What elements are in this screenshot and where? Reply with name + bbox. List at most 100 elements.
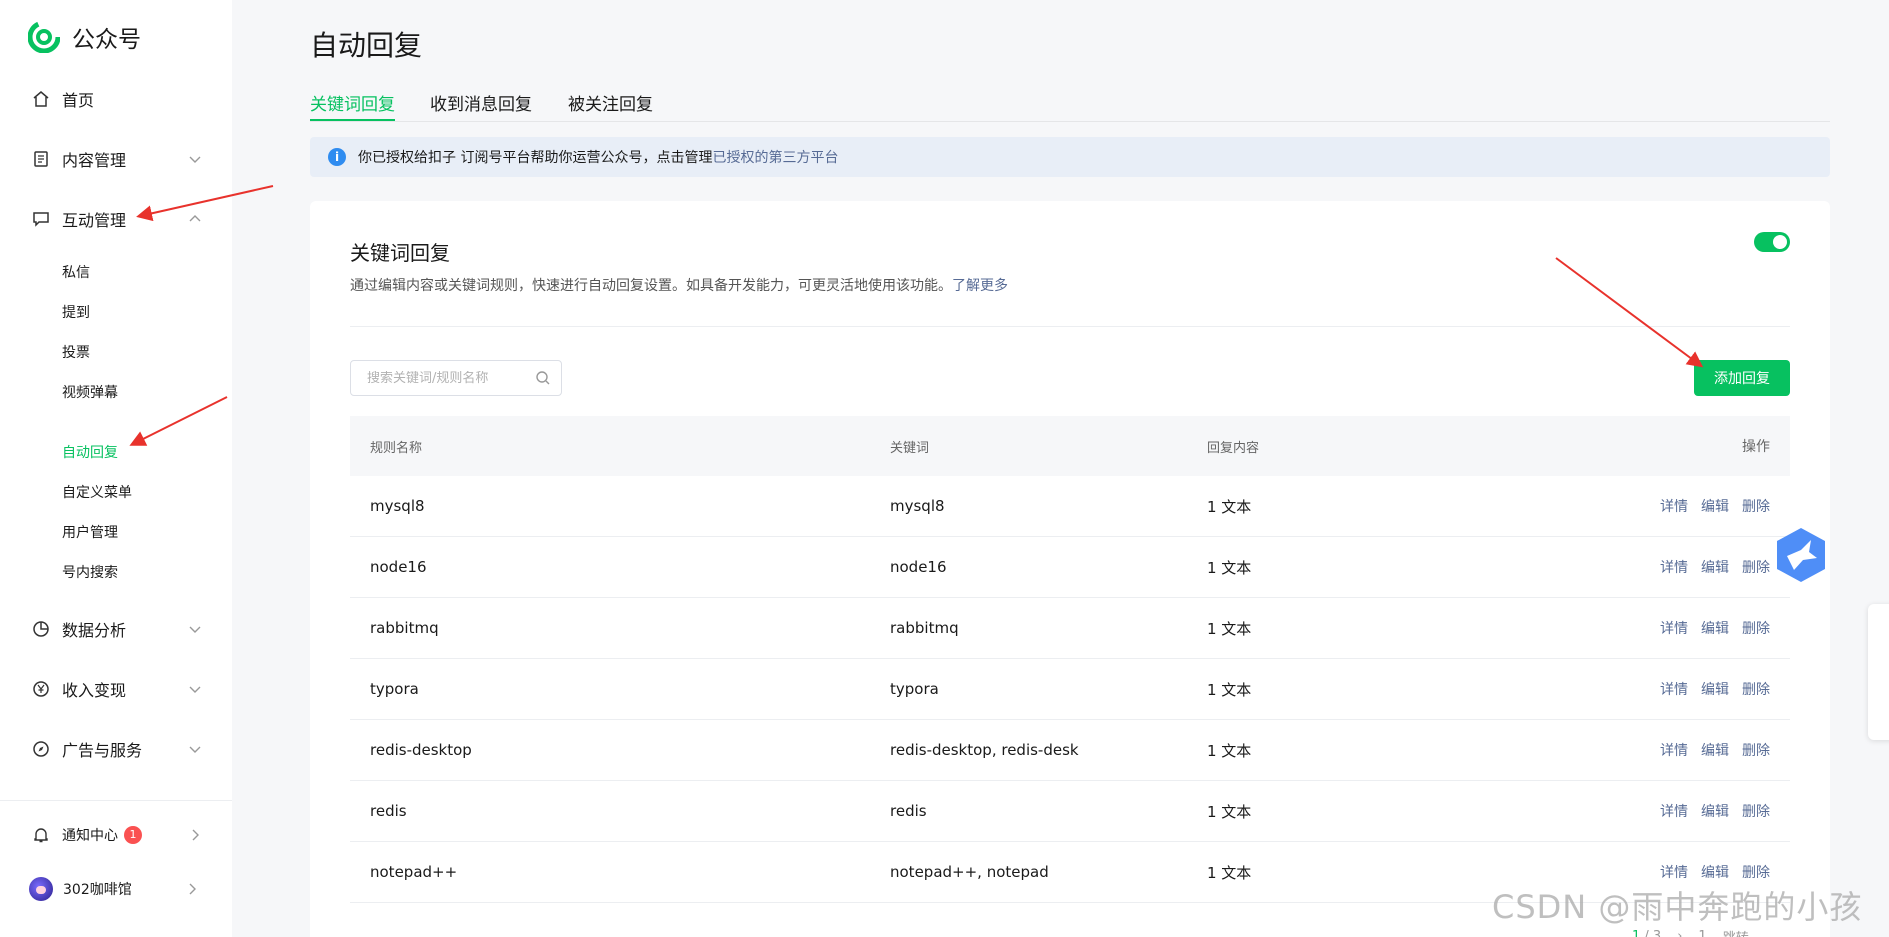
delete-button[interactable]: 删除 [1742, 862, 1770, 882]
add-reply-button[interactable]: 添加回复 [1694, 360, 1790, 396]
tab-follow-reply[interactable]: 被关注回复 [568, 90, 653, 121]
header-reply-content: 回复内容 [1207, 440, 1260, 456]
search-icon[interactable] [535, 370, 551, 386]
rule-name: redis [370, 802, 407, 820]
message-icon [32, 210, 50, 228]
rule-reply-content: 1 文本 [1207, 802, 1252, 821]
card-description: 通过编辑内容或关键词规则，快速进行自动回复设置。如具备开发能力，可更灵活地使用该… [350, 275, 1008, 295]
rule-name: node16 [370, 558, 427, 576]
csdn-watermark: CSDN @雨中奔跑的小孩 [1492, 888, 1863, 926]
detail-button[interactable]: 详情 [1660, 557, 1688, 577]
table-row: mysql8 mysql8 1 文本 详情 编辑 删除 [350, 476, 1790, 537]
sidebar-sub-in-account-search[interactable]: 号内搜索 [62, 562, 118, 582]
rule-keywords: redis-desktop, redis-desk [890, 741, 1079, 759]
compass-icon [32, 740, 50, 758]
sidebar: 公众号 首页 内容管理 互动管理 私信 提到 投票 视频弹幕 自动回复 自定义菜… [0, 0, 232, 937]
sidebar-item-notifications[interactable]: 通知中心 1 [32, 820, 202, 850]
table-row: redis redis 1 文本 详情 编辑 删除 [350, 781, 1790, 842]
rule-reply-content: 1 文本 [1207, 863, 1252, 882]
delete-button[interactable]: 删除 [1742, 740, 1770, 760]
rule-keywords: node16 [890, 558, 947, 576]
sidebar-item-analytics[interactable]: 数据分析 [32, 614, 202, 644]
sidebar-sub-auto-reply[interactable]: 自动回复 [62, 442, 118, 462]
card-title: 关键词回复 [350, 241, 450, 265]
table-row: node16 node16 1 文本 详情 编辑 删除 [350, 537, 1790, 598]
page-jump-input[interactable]: 1 [1698, 929, 1706, 937]
tab-bar: 关键词回复 收到消息回复 被关注回复 [310, 90, 1830, 122]
edit-button[interactable]: 编辑 [1701, 618, 1729, 638]
chevron-down-icon [189, 746, 201, 753]
edit-button[interactable]: 编辑 [1701, 496, 1729, 516]
brand-logo[interactable]: 公众号 [28, 20, 141, 54]
edit-button[interactable]: 编辑 [1701, 862, 1729, 882]
edit-button[interactable]: 编辑 [1701, 740, 1729, 760]
table-header: 规则名称 关键词 回复内容 操作 [350, 416, 1790, 476]
tab-keyword-reply[interactable]: 关键词回复 [310, 90, 395, 121]
chart-icon [32, 620, 50, 638]
table-body: mysql8 mysql8 1 文本 详情 编辑 删除 node16 node16 1 文本 详情… [350, 476, 1790, 903]
bell-icon [32, 826, 50, 844]
sidebar-item-ads-services[interactable]: 广告与服务 [32, 734, 202, 764]
pagination: 1 / 3 › 1 跳转 [1632, 927, 1749, 937]
next-page-button[interactable]: › [1677, 929, 1682, 937]
table-row: redis-desktop redis-desktop, redis-desk 1 … [350, 720, 1790, 781]
third-party-platform-link[interactable]: 已授权的第三方平台 [712, 147, 838, 167]
sidebar-sub-user-management[interactable]: 用户管理 [62, 522, 118, 542]
rule-reply-content: 1 文本 [1207, 497, 1252, 516]
detail-button[interactable]: 详情 [1660, 862, 1688, 882]
rule-keywords: redis [890, 802, 927, 820]
sidebar-item-home[interactable]: 首页 [32, 84, 202, 114]
delete-button[interactable]: 删除 [1742, 679, 1770, 699]
table-row: rabbitmq rabbitmq 1 文本 详情 编辑 删除 [350, 598, 1790, 659]
delete-button[interactable]: 删除 [1742, 801, 1770, 821]
sidebar-item-monetization[interactable]: 收入变现 [32, 674, 202, 704]
learn-more-link[interactable]: 了解更多 [952, 278, 1008, 294]
edit-button[interactable]: 编辑 [1701, 557, 1729, 577]
delete-button[interactable]: 删除 [1742, 557, 1770, 577]
sidebar-account[interactable]: 302咖啡馆 [29, 874, 199, 904]
edit-button[interactable]: 编辑 [1701, 801, 1729, 821]
detail-button[interactable]: 详情 [1660, 496, 1688, 516]
total-pages: / 3 [1644, 929, 1662, 937]
chevron-down-icon [189, 156, 201, 163]
detail-button[interactable]: 详情 [1660, 801, 1688, 821]
sidebar-sub-custom-menu[interactable]: 自定义菜单 [62, 482, 132, 502]
sidebar-item-label: 数据分析 [62, 621, 127, 640]
avatar [29, 877, 53, 901]
sidebar-sub-private-message[interactable]: 私信 [62, 262, 90, 282]
detail-button[interactable]: 详情 [1660, 679, 1688, 699]
keyword-reply-toggle[interactable] [1754, 232, 1790, 252]
row-actions: 详情 编辑 删除 [1660, 476, 1770, 536]
rule-keywords: typora [890, 680, 939, 698]
detail-button[interactable]: 详情 [1660, 740, 1688, 760]
rule-name: typora [370, 680, 419, 698]
sidebar-item-label: 收入变现 [62, 681, 127, 700]
rule-keywords: notepad++, notepad [890, 863, 1049, 881]
page-jump-button[interactable]: 跳转 [1723, 927, 1749, 937]
rule-name: notepad++ [370, 863, 458, 881]
delete-button[interactable]: 删除 [1742, 496, 1770, 516]
pagination-status: 1 / 3 [1632, 929, 1661, 937]
chevron-up-icon [189, 215, 201, 222]
edit-button[interactable]: 编辑 [1701, 679, 1729, 699]
assistant-bird-icon[interactable] [1774, 526, 1828, 584]
sidebar-sub-video-danmaku[interactable]: 视频弹幕 [62, 382, 118, 402]
header-rule-name: 规则名称 [370, 440, 423, 456]
side-help-tab[interactable] [1868, 604, 1889, 740]
search-input[interactable] [367, 370, 535, 386]
tab-message-reply[interactable]: 收到消息回复 [430, 90, 532, 121]
detail-button[interactable]: 详情 [1660, 618, 1688, 638]
current-page: 1 [1632, 929, 1641, 937]
delete-button[interactable]: 删除 [1742, 618, 1770, 638]
search-box [350, 360, 562, 396]
sidebar-item-interaction[interactable]: 互动管理 [32, 204, 202, 234]
sidebar-item-content[interactable]: 内容管理 [32, 144, 202, 174]
yen-icon [32, 680, 50, 698]
rule-reply-content: 1 文本 [1207, 680, 1252, 699]
sidebar-sub-votes[interactable]: 投票 [62, 342, 90, 362]
sidebar-sub-mentions[interactable]: 提到 [62, 302, 90, 322]
rule-reply-content: 1 文本 [1207, 619, 1252, 638]
sidebar-item-label: 互动管理 [62, 211, 127, 230]
document-icon [32, 150, 50, 168]
row-actions: 详情 编辑 删除 [1660, 659, 1770, 719]
